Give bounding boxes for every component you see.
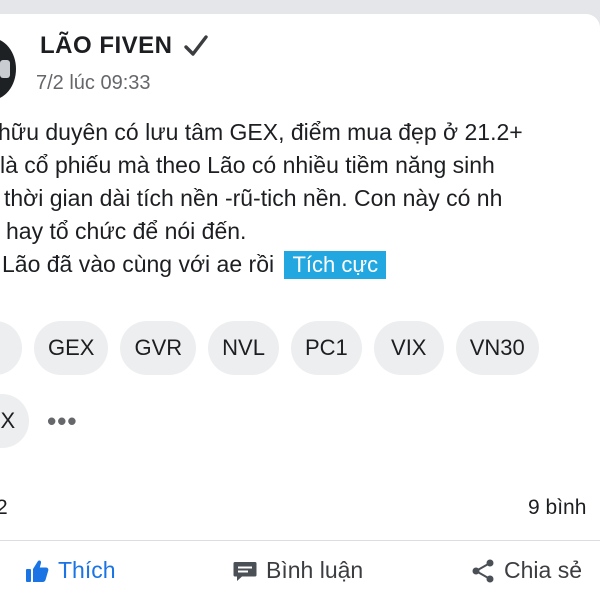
- comment-button[interactable]: Bình luận: [232, 541, 363, 600]
- share-button[interactable]: Chia sẻ: [470, 541, 582, 600]
- post-line-last: Lão đã vào cùng với ae rồi Tích cực: [2, 248, 600, 281]
- post-author: LÃO FIVEN: [40, 32, 209, 60]
- more-dots-icon[interactable]: •••: [41, 394, 83, 448]
- stock-tag-index[interactable]: NDEX: [0, 394, 30, 448]
- sentiment-badge[interactable]: Tích cực: [284, 251, 387, 279]
- thumbs-up-icon: [24, 558, 50, 584]
- author-name[interactable]: LÃO FIVEN: [40, 32, 173, 60]
- stock-tag-gex[interactable]: GEX: [34, 321, 109, 375]
- stock-tags-row: NDEX •••: [0, 394, 83, 448]
- stock-tag[interactable]: [0, 321, 22, 375]
- post-line: là cổ phiếu mà theo Lão có nhiều tiềm nă…: [0, 152, 495, 178]
- post-body: hữu duyên có lưu tâm GEX, điểm mua đẹp ở…: [0, 116, 600, 281]
- post-card: LÃO FIVEN 7/2 lúc 09:33 hữu duyên có lưu…: [0, 14, 600, 600]
- like-label: Thích: [58, 557, 116, 583]
- stock-tags-row: GEX GVR NVL PC1 VIX VN30: [0, 321, 539, 375]
- action-bar: Thích Bình luận Chia sẻ: [0, 541, 600, 600]
- share-label: Chia sẻ: [504, 557, 582, 583]
- stock-tag-gvr[interactable]: GVR: [120, 321, 197, 375]
- stock-tag-vix[interactable]: VIX: [373, 321, 444, 375]
- comment-label: Bình luận: [266, 557, 364, 583]
- post-line: thời gian dài tích nền -rũ-tich nền. Con…: [4, 185, 503, 211]
- comment-bubble-icon: [232, 558, 258, 584]
- post-line: hữu duyên có lưu tâm GEX, điểm mua đẹp ở…: [0, 119, 523, 145]
- stock-tag-nvl[interactable]: NVL: [208, 321, 279, 375]
- post-line-text: Lão đã vào cùng với ae rồi: [2, 251, 275, 277]
- like-button[interactable]: Thích: [24, 541, 116, 600]
- checkmark-icon: [183, 33, 209, 59]
- stock-tag-vn30[interactable]: VN30: [455, 321, 539, 375]
- reaction-count[interactable]: 2: [0, 496, 8, 520]
- post-timestamp[interactable]: 7/2 lúc 09:33: [36, 72, 151, 95]
- comment-count[interactable]: 9 bình: [528, 496, 586, 520]
- share-icon: [470, 558, 496, 584]
- post-line: hay tổ chức để nói đến.: [6, 218, 247, 244]
- avatar[interactable]: [0, 38, 16, 100]
- stock-tag-pc1[interactable]: PC1: [290, 321, 362, 375]
